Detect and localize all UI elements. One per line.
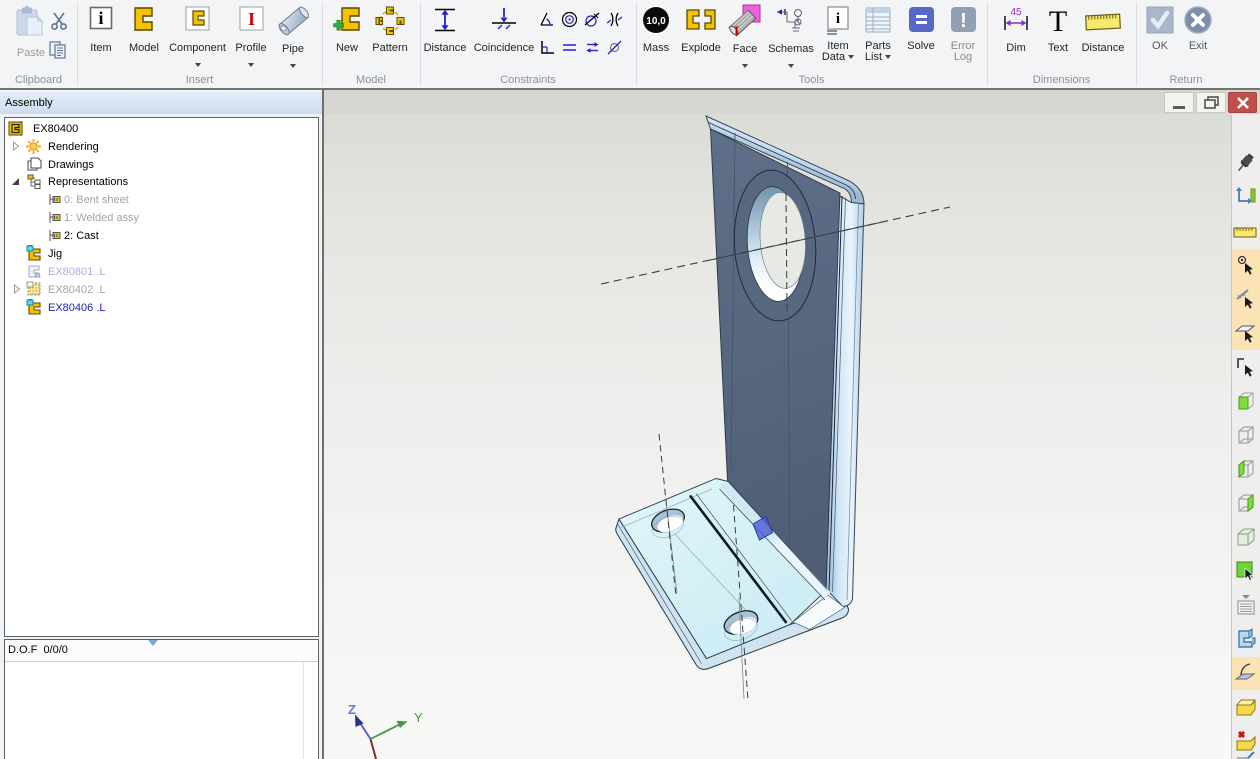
svg-text:Z: Z bbox=[348, 702, 356, 717]
svg-text:!: ! bbox=[960, 10, 967, 32]
svg-text:i: i bbox=[836, 11, 840, 27]
svg-text:i: i bbox=[98, 8, 103, 28]
svg-text:45: 45 bbox=[1010, 7, 1022, 18]
svg-text:T: T bbox=[1049, 6, 1067, 36]
svg-text:Y: Y bbox=[414, 710, 423, 725]
svg-text:I: I bbox=[734, 23, 739, 38]
svg-text:I: I bbox=[247, 9, 254, 29]
svg-text:10,0: 10,0 bbox=[646, 16, 666, 27]
